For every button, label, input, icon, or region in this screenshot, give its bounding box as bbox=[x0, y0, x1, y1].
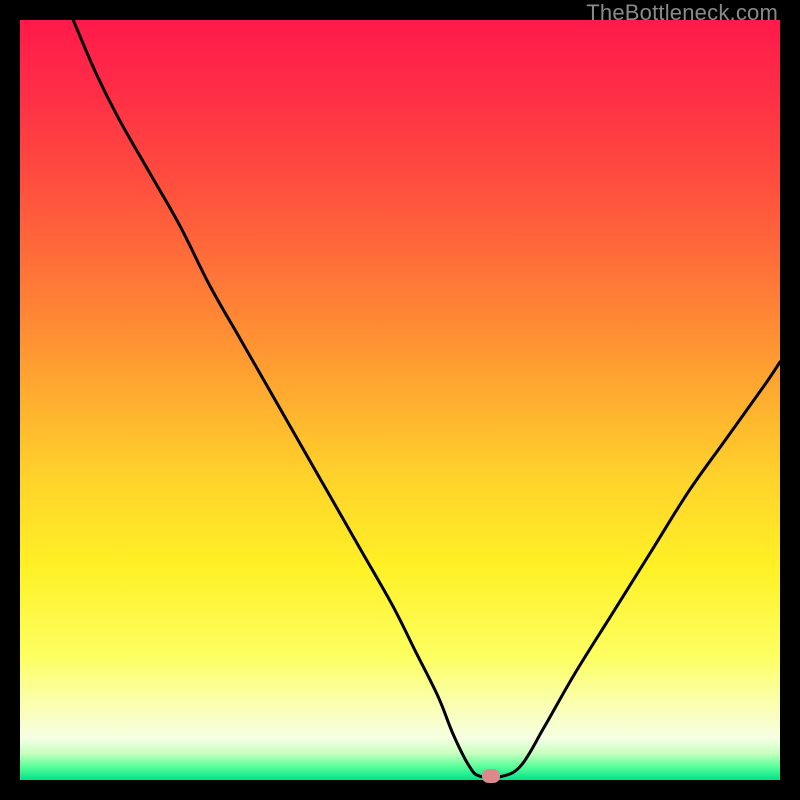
chart-frame bbox=[20, 20, 780, 780]
bottleneck-curve bbox=[20, 20, 780, 780]
watermark-label: TheBottleneck.com bbox=[586, 0, 778, 26]
optimum-marker bbox=[482, 769, 500, 783]
